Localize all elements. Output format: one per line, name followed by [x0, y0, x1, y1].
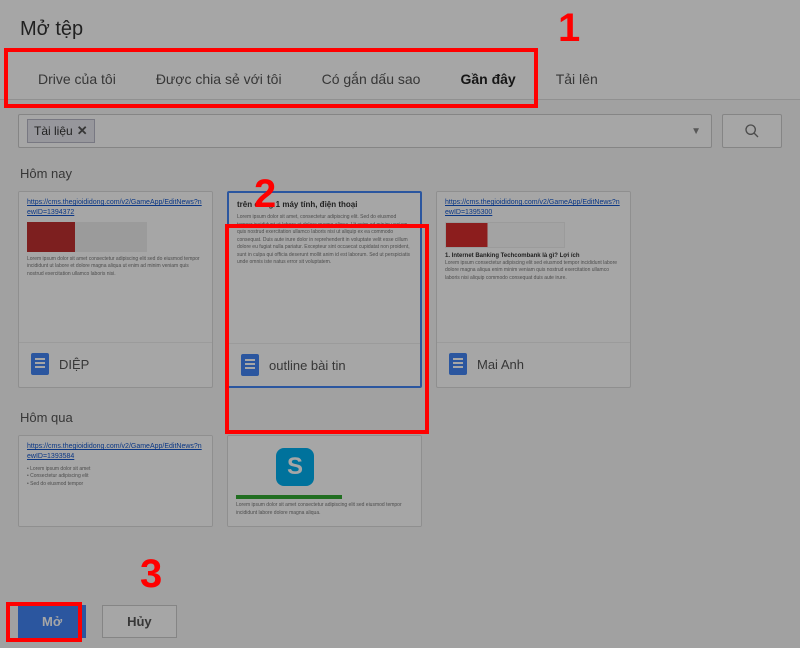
skype-icon: S: [276, 448, 314, 486]
thumb-lines: Lorem ipsum consectetur adipiscing elit …: [445, 260, 622, 283]
dialog-footer: Mở Hủy: [0, 595, 800, 648]
thumb-lines: • Lorem ipsum dolor sit amet• Consectetu…: [27, 466, 204, 489]
card-footer: DIỆP: [19, 342, 212, 385]
docs-icon: [449, 353, 467, 375]
card-footer: outline bài tin: [229, 343, 420, 386]
cards-today: https://cms.thegioididong.com/v2/GameApp…: [18, 191, 782, 388]
thumb-heading: trên cùng 1 máy tính, điện thoại: [237, 199, 412, 210]
docs-icon: [241, 354, 259, 376]
content-area: Tài liệu ✕ ▼ Hôm nay https://cms.thegioi…: [0, 100, 800, 638]
thumb-line: [236, 495, 413, 499]
tab-recent[interactable]: Gần đây: [440, 63, 535, 99]
search-icon: [744, 123, 760, 139]
thumb-image-block: [27, 222, 147, 252]
tab-shared-with-me[interactable]: Được chia sẻ với tôi: [136, 63, 302, 99]
chip-label: Tài liệu: [34, 124, 73, 138]
section-yesterday: Hôm qua https://cms.thegioididong.com/v2…: [18, 410, 782, 527]
dialog-title: Mở tệp: [20, 18, 780, 41]
dropdown-icon[interactable]: ▼: [691, 126, 701, 137]
section-today-label: Hôm nay: [20, 166, 782, 181]
file-thumbnail: trên cùng 1 máy tính, điện thoại Lorem i…: [229, 193, 420, 343]
file-name: outline bài tin: [269, 358, 346, 373]
file-thumbnail: https://cms.thegioididong.com/v2/GameApp…: [19, 192, 212, 342]
thumb-lines: Lorem ipsum dolor sit amet consectetur a…: [27, 256, 204, 279]
tab-starred[interactable]: Có gắn dấu sao: [302, 63, 441, 99]
filter-chip-documents[interactable]: Tài liệu ✕: [27, 119, 95, 143]
thumb-link-text: https://cms.thegioididong.com/v2/GameApp…: [27, 442, 204, 462]
cards-yesterday: https://cms.thegioididong.com/v2/GameApp…: [18, 435, 782, 527]
thumb-link-text: https://cms.thegioididong.com/v2/GameApp…: [445, 198, 622, 218]
chip-remove-icon[interactable]: ✕: [77, 123, 88, 139]
tab-bar: Drive của tôi Được chia sẻ với tôi Có gắ…: [0, 45, 800, 100]
file-name: DIỆP: [59, 357, 89, 372]
file-thumbnail: https://cms.thegioididong.com/v2/GameApp…: [19, 436, 212, 526]
file-card[interactable]: S Lorem ipsum dolor sit amet consectetur…: [227, 435, 422, 527]
section-yesterday-label: Hôm qua: [20, 410, 782, 425]
thumb-image-block: [445, 222, 565, 248]
dialog-header: Mở tệp: [0, 0, 800, 45]
file-card[interactable]: https://cms.thegioididong.com/v2/GameApp…: [436, 191, 631, 388]
tab-my-drive[interactable]: Drive của tôi: [18, 63, 136, 99]
filter-input[interactable]: Tài liệu ✕ ▼: [18, 114, 712, 148]
docs-icon: [31, 353, 49, 375]
open-button[interactable]: Mở: [18, 605, 86, 638]
file-thumbnail: S Lorem ipsum dolor sit amet consectetur…: [228, 436, 421, 526]
thumb-lines: Lorem ipsum dolor sit amet consectetur a…: [236, 502, 413, 517]
thumb-sub: 1. Internet Banking Techcombank là gì? L…: [445, 252, 622, 260]
file-card[interactable]: https://cms.thegioididong.com/v2/GameApp…: [18, 435, 213, 527]
file-name: Mai Anh: [477, 357, 524, 372]
card-footer: Mai Anh: [437, 342, 630, 385]
thumb-lines: Lorem ipsum dolor sit amet, consectetur …: [237, 214, 412, 267]
file-picker-dialog: Mở tệp Drive của tôi Được chia sẻ với tô…: [0, 0, 800, 648]
file-card[interactable]: https://cms.thegioididong.com/v2/GameApp…: [18, 191, 213, 388]
thumb-link-text: https://cms.thegioididong.com/v2/GameApp…: [27, 198, 204, 218]
filter-row: Tài liệu ✕ ▼: [18, 114, 782, 148]
file-card-selected[interactable]: trên cùng 1 máy tính, điện thoại Lorem i…: [227, 191, 422, 388]
cancel-button[interactable]: Hủy: [102, 605, 177, 638]
search-button[interactable]: [722, 114, 782, 148]
file-thumbnail: https://cms.thegioididong.com/v2/GameApp…: [437, 192, 630, 342]
tab-upload[interactable]: Tải lên: [536, 63, 618, 99]
